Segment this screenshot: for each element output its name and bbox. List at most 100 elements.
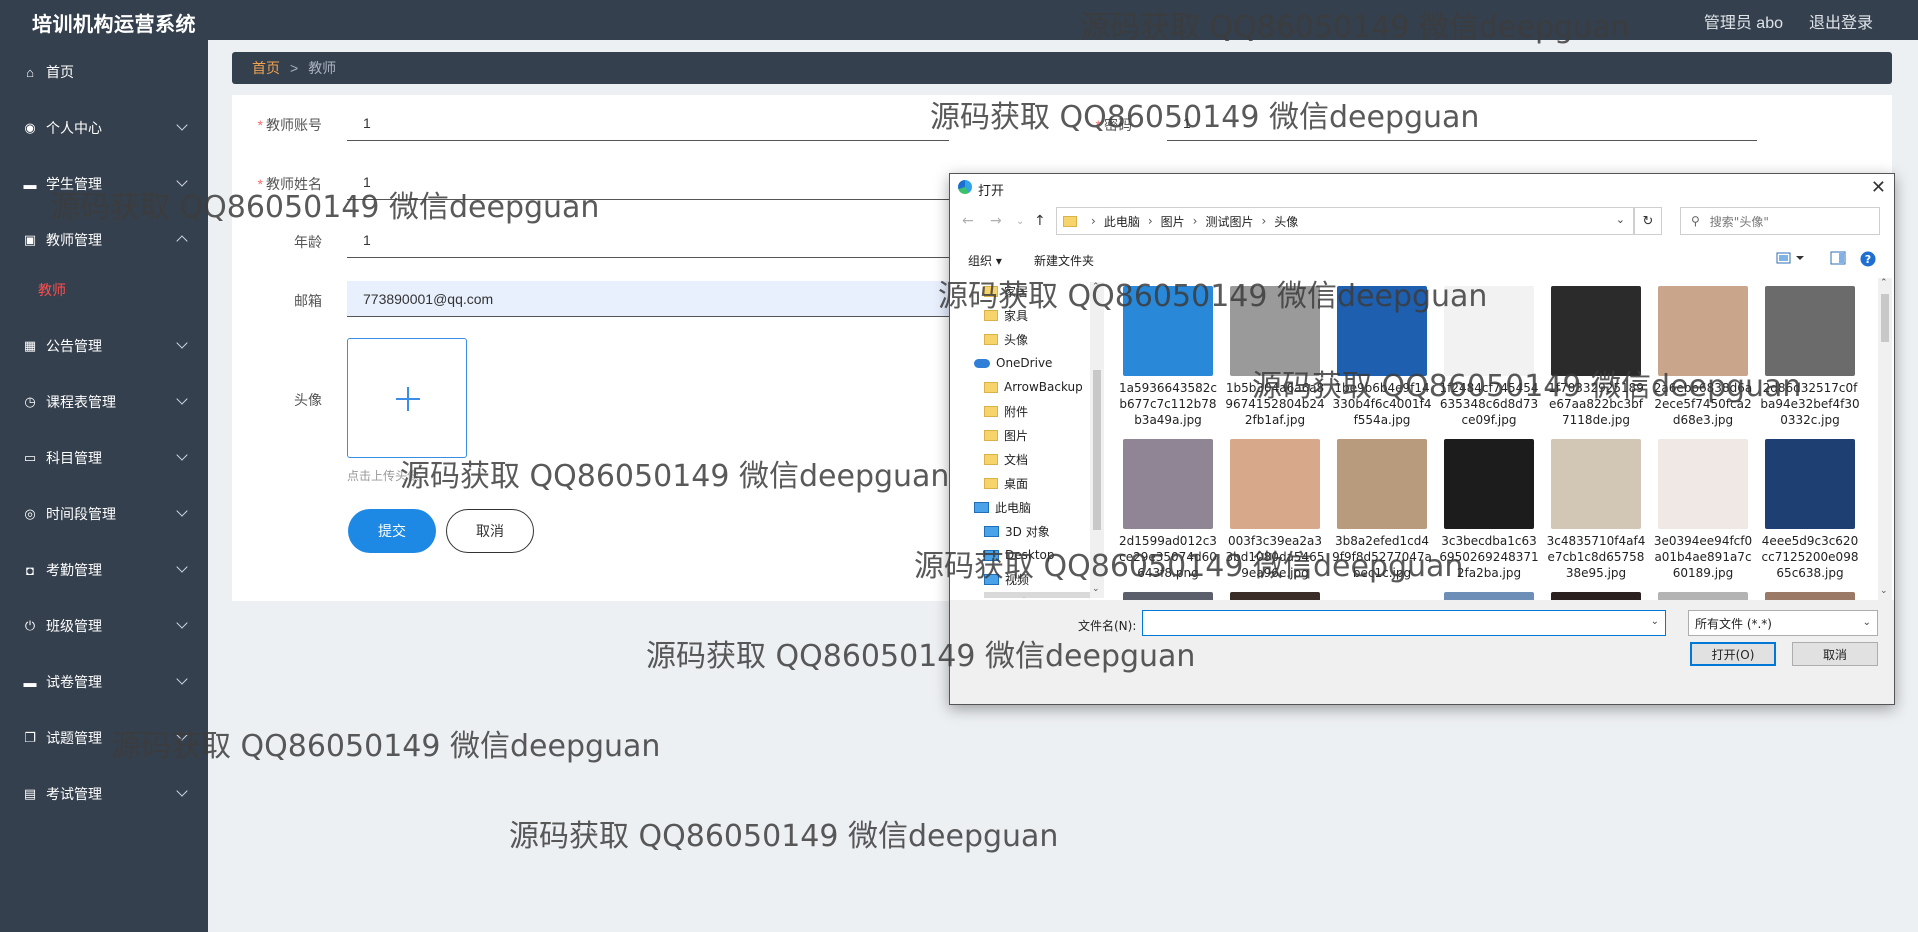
sidebar-item[interactable]: ⏻ 班级管理	[0, 604, 208, 648]
preview-pane-icon[interactable]	[1830, 251, 1846, 268]
file-scrollbar[interactable]: ⌃ ⌄	[1878, 278, 1892, 600]
nav-pane-item[interactable]: 桌面	[984, 472, 1090, 494]
account-field[interactable]: 1	[347, 105, 949, 141]
sidebar-item[interactable]: ▭ 科目管理	[0, 436, 208, 480]
organize-menu[interactable]: 组织 ▾	[968, 252, 1002, 269]
file-item[interactable]: 2d86d32517c0fba94e32bef4f300332c.jpg	[1760, 286, 1860, 428]
search-input[interactable]: ⚲ 搜索"头像"	[1680, 207, 1880, 235]
file-item[interactable]	[1653, 592, 1753, 600]
name-field[interactable]: 1	[347, 164, 949, 200]
forward-arrow-icon[interactable]: →	[990, 213, 1002, 229]
address-bar[interactable]: › 此电脑 › 图片 › 测试图片 › 头像 ⌄	[1056, 207, 1634, 235]
file-item[interactable]: 3e0394ee94fcf0a01b4ae891a7c60189.jpg	[1653, 439, 1753, 581]
nav-scroll-thumb[interactable]	[1093, 370, 1101, 530]
nav-pane-item[interactable]: 此电脑	[974, 496, 1090, 518]
sidebar-item[interactable]: ▣ 教师管理	[0, 218, 208, 262]
logout-link[interactable]: 退出登录	[1809, 9, 1873, 33]
nav-pane-item[interactable]: ArrowBackup	[984, 376, 1090, 398]
avatar-upload[interactable]	[347, 338, 467, 458]
file-item[interactable]: 1f70332925189e67aa822bc3bf7118de.jpg	[1546, 286, 1646, 428]
nav-pane-item[interactable]: 视频	[984, 568, 1090, 590]
image-thumbnail	[1337, 439, 1427, 529]
file-item[interactable]	[1439, 592, 1539, 600]
chevron-down-icon	[176, 337, 188, 349]
file-item[interactable]	[1332, 592, 1432, 600]
help-icon[interactable]: ?	[1860, 251, 1876, 270]
nav-pane-item[interactable]: 家具	[984, 304, 1090, 326]
nav-pane-item[interactable]: 头像	[984, 328, 1090, 350]
file-name: 3b8a2efed1cd49f9f8d5277047abec1c.jpg	[1332, 534, 1432, 580]
sidebar-item[interactable]: ❐ 试题管理	[0, 716, 208, 760]
refresh-icon[interactable]: ↻	[1634, 207, 1662, 235]
file-item[interactable]: 4eee5d9c3c620cc7125200e09865c638.jpg	[1760, 439, 1860, 581]
file-item[interactable]	[1546, 592, 1646, 600]
file-item[interactable]: 003f3c39ea2a33bd1080da54659ea96e.jpg	[1225, 439, 1325, 581]
nav-pane-item[interactable]: 3D 对象	[984, 520, 1090, 542]
sidebar-subitem-teacher[interactable]: 教师	[0, 270, 208, 310]
filename-input[interactable]: ⌄	[1142, 610, 1666, 636]
nav-pane-item[interactable]: 图片	[984, 592, 1090, 598]
nav-scrollbar[interactable]: ⌃ ⌄	[1090, 282, 1104, 598]
scroll-down-icon[interactable]: ⌄	[1880, 586, 1888, 596]
view-options-icon[interactable]	[1776, 251, 1806, 268]
chevron-down-icon[interactable]: ⌄	[1863, 617, 1871, 628]
dialog-cancel-button[interactable]: 取消	[1792, 642, 1878, 666]
file-item[interactable]: 3c3becdba1c636950269248371 2fa2ba.jpg	[1439, 439, 1539, 581]
file-item[interactable]	[1225, 592, 1325, 600]
nav-pane-item[interactable]: 家居	[984, 282, 1090, 302]
sidebar-item[interactable]: ◘ 考勤管理	[0, 548, 208, 592]
file-item[interactable]: 2a6ebb6838d6a2ece5f7450fca2d68e3.jpg	[1653, 286, 1753, 428]
file-item[interactable]: 3c4835710f4af4e7cb1c8d6575838e95.jpg	[1546, 439, 1646, 581]
password-field[interactable]: 1	[1167, 105, 1757, 141]
sidebar-item[interactable]: ▬ 学生管理	[0, 162, 208, 206]
scroll-down-icon[interactable]: ⌄	[1092, 584, 1100, 594]
path-this-pc[interactable]: 此电脑	[1104, 213, 1140, 230]
sidebar-item[interactable]: ⌂ 首页	[0, 50, 208, 94]
file-item[interactable]: 1be9b6b4e9f14330b4f6c4001f4f554a.jpg	[1332, 286, 1432, 428]
sidebar-item[interactable]: ▦ 公告管理	[0, 324, 208, 368]
file-scroll-thumb[interactable]	[1881, 294, 1889, 342]
nav-pane-item[interactable]: 附件	[984, 400, 1090, 422]
age-field[interactable]: 1	[347, 222, 949, 258]
sidebar-item[interactable]: ◉ 个人中心	[0, 106, 208, 150]
file-item[interactable]: 1a5936643582cb677c7c112b78b3a49a.jpg	[1118, 286, 1218, 428]
back-arrow-icon[interactable]: ←	[962, 213, 974, 229]
breadcrumb-home[interactable]: 首页	[252, 58, 280, 78]
sidebar-item[interactable]: ▬ 试卷管理	[0, 660, 208, 704]
address-dropdown-icon[interactable]: ⌄	[1616, 213, 1625, 226]
file-item[interactable]: 2d1599ad012c3ce29e35074d60643f8.png	[1118, 439, 1218, 581]
file-item[interactable]	[1118, 592, 1218, 600]
scroll-up-icon[interactable]: ⌃	[1092, 282, 1100, 292]
new-folder-button[interactable]: 新建文件夹	[1034, 252, 1094, 269]
email-field[interactable]: 773890001@qq.com	[347, 281, 949, 317]
image-thumbnail	[1765, 592, 1855, 600]
nav-pane-label: Desktop	[1005, 548, 1055, 562]
sidebar-item[interactable]: ◷ 课程表管理	[0, 380, 208, 424]
open-button[interactable]: 打开(O)	[1690, 642, 1776, 666]
image-thumbnail	[1765, 286, 1855, 376]
nav-pane-item[interactable]: OneDrive	[974, 352, 1090, 374]
nav-pane-item[interactable]: Desktop	[984, 544, 1090, 566]
cancel-button[interactable]: 取消	[446, 509, 534, 553]
up-arrow-icon[interactable]: ↑	[1034, 213, 1046, 229]
path-test-pictures[interactable]: 测试图片	[1205, 213, 1253, 230]
path-avatars[interactable]: 头像	[1274, 213, 1298, 230]
sidebar-item[interactable]: ◎ 时间段管理	[0, 492, 208, 536]
home-icon: ⌂	[26, 64, 34, 80]
file-item[interactable]: 1b5b304a6a6a89674152804b242fb1af.jpg	[1225, 286, 1325, 428]
file-item[interactable]	[1760, 592, 1860, 600]
submit-button[interactable]: 提交	[348, 509, 436, 553]
nav-pane-item[interactable]: 图片	[984, 424, 1090, 446]
recent-dropdown-icon[interactable]: ⌄	[1016, 216, 1024, 227]
path-pictures[interactable]: 图片	[1161, 213, 1185, 230]
search-icon: ⚲	[1691, 214, 1700, 228]
nav-pane-item[interactable]: 文档	[984, 448, 1090, 470]
file-item[interactable]: 3b8a2efed1cd49f9f8d5277047abec1c.jpg	[1332, 439, 1432, 581]
scroll-up-icon[interactable]: ⌃	[1880, 278, 1888, 288]
close-icon[interactable]: ✕	[1871, 177, 1886, 198]
chevron-down-icon[interactable]: ⌄	[1651, 616, 1659, 627]
file-item[interactable]: 1f2484cf745454635348c6d8d73ce09f.jpg	[1439, 286, 1539, 428]
filetype-select[interactable]: 所有文件 (*.*) ⌄	[1688, 610, 1878, 636]
chat-icon: ▬	[23, 176, 37, 192]
sidebar-item[interactable]: ▤ 考试管理	[0, 772, 208, 816]
